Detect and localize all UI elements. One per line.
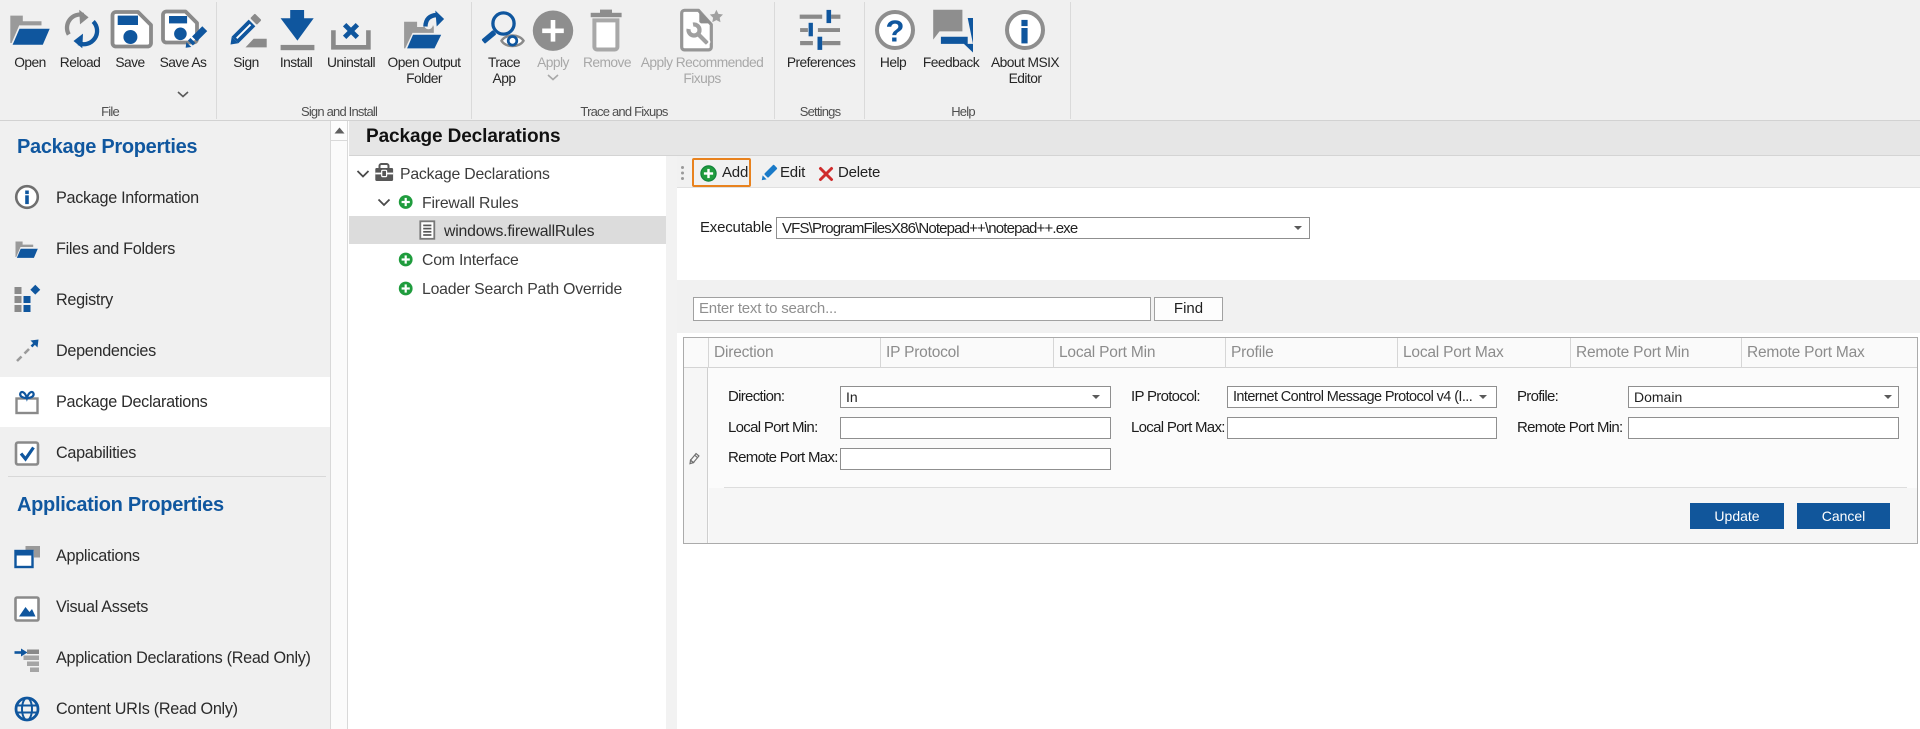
svg-text:?: ? <box>886 14 905 49</box>
